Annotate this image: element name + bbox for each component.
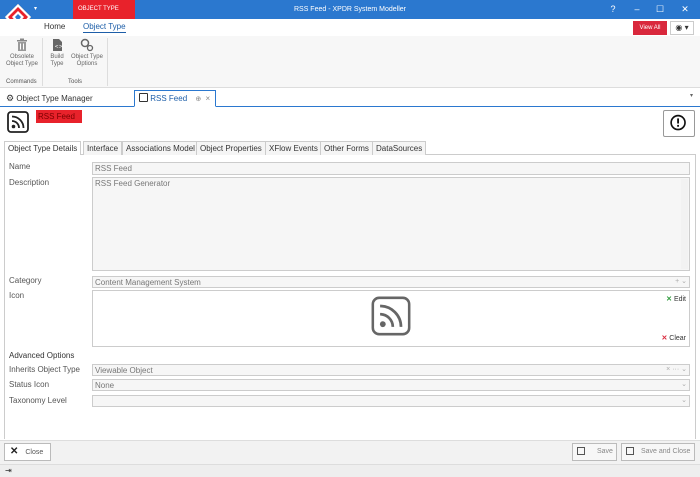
- ribbon: Obsolete Object Type <> Build Type Objec…: [0, 36, 700, 88]
- tab-object-properties[interactable]: Object Properties: [196, 141, 266, 155]
- rss-icon: [7, 111, 29, 133]
- name-label: Name: [9, 162, 31, 171]
- close-tab-icon[interactable]: ×: [205, 94, 210, 103]
- build-label-2: Type: [50, 61, 64, 67]
- options-label-1: Object Type: [71, 54, 103, 60]
- tab-object-type-details[interactable]: Object Type Details: [4, 141, 82, 156]
- chevron-down-icon[interactable]: × ··· ⌄: [666, 365, 687, 373]
- save-label: Save: [596, 448, 613, 455]
- tab-object-type[interactable]: Object Type: [83, 22, 126, 33]
- category-select[interactable]: Content Management System + ⌄: [92, 276, 690, 288]
- icon-box: ✕ Edit ✕ Clear: [92, 290, 690, 347]
- save-and-close-button[interactable]: Save and Close: [621, 443, 695, 461]
- trash-icon: [17, 38, 27, 51]
- inherits-label: Inherits Object Type: [9, 365, 80, 374]
- chevron-down-icon[interactable]: + ⌄: [675, 277, 687, 285]
- obsolete-label-1: Obsolete: [9, 54, 34, 60]
- window-title: RSS Feed - XPDR System Modeller: [293, 6, 407, 13]
- close-button[interactable]: ✕ Close: [4, 443, 51, 461]
- chevron-down-icon[interactable]: ⌄: [681, 396, 687, 404]
- bottom-bar: ✕ Close Save Save and Close: [0, 440, 700, 464]
- tab-overflow-icon[interactable]: ▾: [690, 92, 693, 99]
- obsolete-object-type-button[interactable]: Obsolete Object Type: [4, 38, 40, 68]
- save-button[interactable]: Save: [572, 443, 617, 461]
- minimize-button[interactable]: –: [626, 0, 648, 19]
- object-type-options-button[interactable]: Object Type Options: [69, 38, 105, 68]
- build-file-icon: <>: [53, 39, 63, 51]
- edit-icon: ✕: [666, 296, 672, 303]
- help-button[interactable]: ?: [602, 0, 624, 19]
- rss-preview-icon: [371, 296, 411, 336]
- title-bar: ▾ OBJECT TYPE RSS Feed - XPDR System Mod…: [0, 0, 700, 19]
- options-label-2: Options: [76, 61, 98, 67]
- tab-home[interactable]: Home: [44, 22, 65, 31]
- alert-icon: [670, 114, 686, 131]
- close-icon: ✕: [10, 446, 19, 457]
- doc-tab-object-type-manager[interactable]: ⚙ Object Type Manager: [6, 90, 130, 107]
- description-value: RSS Feed Generator: [95, 179, 171, 188]
- tab-datasources[interactable]: DataSources: [372, 141, 427, 155]
- chevron-down-icon[interactable]: ⌄: [681, 380, 687, 388]
- status-bar: ⇥: [0, 464, 700, 477]
- save-close-label: Save and Close: [640, 448, 691, 455]
- doc-tab-label: RSS Feed: [150, 94, 188, 103]
- obsolete-label-2: Object Type: [6, 61, 38, 67]
- inherits-select[interactable]: Viewable Object × ··· ⌄: [92, 364, 690, 376]
- sitemap-icon: ⚙: [6, 93, 15, 103]
- object-name-badge: RSS Feed: [36, 110, 82, 123]
- save-close-icon: [626, 447, 634, 456]
- category-label: Category: [9, 276, 42, 285]
- tab-xflow-events[interactable]: XFlow Events: [265, 141, 322, 155]
- tab-other-forms[interactable]: Other Forms: [320, 141, 373, 155]
- clear-label: Clear: [669, 335, 686, 342]
- view-all-button[interactable]: View All: [633, 21, 667, 35]
- group-label-commands: Commands: [6, 79, 37, 85]
- build-label-1: Build: [50, 54, 64, 60]
- description-scrollbar[interactable]: [681, 179, 688, 269]
- doc-tab-rss-feed[interactable]: RSS Feed ⊕ ×: [134, 90, 216, 107]
- status-icon-select[interactable]: None ⌄: [92, 379, 690, 391]
- category-value: Content Management System: [95, 278, 201, 287]
- gears-icon: [80, 38, 94, 52]
- rss-icon: [139, 93, 148, 103]
- group-separator: [107, 38, 108, 86]
- ribbon-tabs: Home Object Type: [0, 19, 700, 36]
- description-field[interactable]: RSS Feed Generator: [92, 177, 690, 271]
- eye-menu-button[interactable]: ◉ ▾: [670, 21, 694, 35]
- edit-label: Edit: [673, 296, 686, 303]
- maximize-button[interactable]: ☐: [649, 0, 671, 19]
- tab-associations-model[interactable]: Associations Model: [122, 141, 199, 155]
- detail-tabs: Object Type Details Interface Associatio…: [4, 141, 696, 156]
- taxonomy-label: Taxonomy Level: [9, 396, 67, 405]
- clear-icon: ✕: [661, 335, 668, 342]
- svg-text:<>: <>: [55, 44, 63, 50]
- tab-interface[interactable]: Interface: [83, 141, 123, 155]
- description-label: Description: [9, 178, 50, 187]
- advanced-options-title: Advanced Options: [9, 351, 75, 360]
- edit-icon-button[interactable]: ✕ Edit: [666, 295, 686, 303]
- alert-button[interactable]: [663, 110, 695, 137]
- document-tabs: ⚙ Object Type Manager RSS Feed ⊕ × ▾: [0, 89, 700, 107]
- group-separator: [42, 38, 43, 86]
- exit-icon[interactable]: ⇥: [5, 466, 12, 475]
- inherits-value: Viewable Object: [95, 366, 153, 375]
- close-label: Close: [25, 449, 44, 456]
- close-window-button[interactable]: ✕: [674, 0, 696, 19]
- status-icon-label: Status Icon: [9, 380, 50, 389]
- icon-label: Icon: [9, 291, 25, 300]
- group-label-tools: Tools: [68, 79, 83, 85]
- clear-icon-button[interactable]: ✕ Clear: [661, 334, 686, 342]
- build-type-button[interactable]: <> Build Type: [45, 38, 69, 68]
- taxonomy-select[interactable]: ⌄: [92, 395, 690, 407]
- save-icon: [577, 447, 585, 456]
- name-field[interactable]: RSS Feed: [92, 162, 690, 175]
- status-icon-value: None: [95, 381, 115, 390]
- doc-tab-label: Object Type Manager: [16, 94, 93, 103]
- pin-icon[interactable]: ⊕: [195, 96, 201, 103]
